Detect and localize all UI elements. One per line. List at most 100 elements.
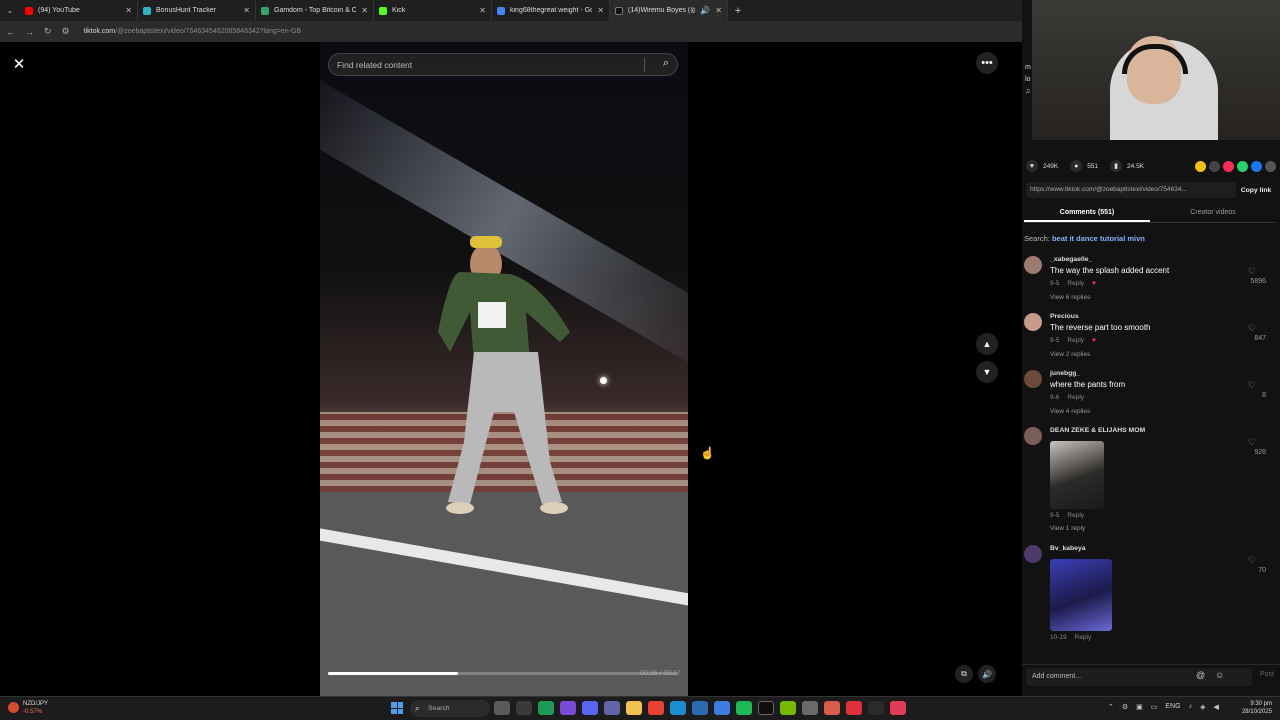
tab-comments[interactable]: Comments (551) bbox=[1024, 205, 1150, 222]
comment-username[interactable]: _xabegaelle_ bbox=[1050, 256, 1092, 263]
taskbar-search[interactable]: ⌕ Search bbox=[410, 700, 490, 717]
search-term[interactable]: beat it dance tutorial mivn bbox=[1052, 234, 1145, 243]
app-teams-icon[interactable] bbox=[604, 701, 620, 715]
video-progress-bar[interactable] bbox=[328, 672, 678, 675]
view-replies-button[interactable]: View 4 replies bbox=[1050, 408, 1090, 415]
app-discord-icon[interactable] bbox=[582, 701, 598, 715]
share-icon[interactable] bbox=[1265, 160, 1276, 172]
comment-search-suggestion[interactable]: Search: beat it dance tutorial mivn bbox=[1024, 234, 1145, 243]
save-button[interactable]: ▮ 24.5K bbox=[1110, 160, 1144, 172]
browser-tab-youtube[interactable]: (94) YouTube ✕ bbox=[20, 0, 138, 21]
spotify-icon[interactable] bbox=[736, 701, 752, 715]
more-options-button[interactable]: ••• bbox=[976, 52, 998, 74]
avatar[interactable] bbox=[1024, 370, 1042, 388]
like-button[interactable]: ♥ 249K bbox=[1026, 160, 1058, 172]
avatar[interactable] bbox=[1024, 427, 1042, 445]
browser-tab-bonushunt[interactable]: BonusHunt Tracker ✕ bbox=[138, 0, 256, 21]
app-dark-icon[interactable] bbox=[758, 701, 774, 715]
copy-link-button[interactable]: Copy link bbox=[1236, 187, 1276, 194]
whatsapp-icon[interactable] bbox=[1237, 160, 1248, 172]
comment-image[interactable] bbox=[1050, 441, 1104, 509]
app-arrow-icon[interactable] bbox=[538, 701, 554, 715]
reload-icon[interactable]: ↻ bbox=[44, 26, 52, 37]
avatar[interactable] bbox=[1024, 256, 1042, 274]
comment-button[interactable]: ● 551 bbox=[1070, 160, 1098, 172]
view-replies-button[interactable]: View 1 reply bbox=[1050, 525, 1085, 532]
windows-start-icon[interactable] bbox=[391, 702, 403, 714]
mention-icon[interactable]: @ bbox=[1196, 670, 1205, 680]
volume-icon[interactable]: 🔊 bbox=[978, 665, 996, 683]
comment-like-icon[interactable]: ♡ bbox=[1248, 555, 1256, 566]
app-obs-icon[interactable] bbox=[868, 701, 884, 715]
close-tab-icon[interactable]: ✕ bbox=[243, 6, 250, 15]
reply-button[interactable]: Reply bbox=[1067, 337, 1084, 344]
comment-like-icon[interactable]: ♡ bbox=[1248, 266, 1256, 277]
browser-tab-google[interactable]: king68thegreat weight - Google ✕ bbox=[492, 0, 610, 21]
close-tab-icon[interactable]: ✕ bbox=[361, 6, 368, 15]
comment-like-icon[interactable]: ♡ bbox=[1248, 380, 1256, 391]
reply-button[interactable]: Reply bbox=[1067, 512, 1084, 519]
widgets-icon[interactable] bbox=[516, 701, 532, 715]
tab-search-icon[interactable]: ⌄ bbox=[0, 0, 20, 21]
comment-image[interactable] bbox=[1050, 559, 1112, 631]
app-pink-icon[interactable] bbox=[890, 701, 906, 715]
previous-video-button[interactable]: ▲ bbox=[976, 333, 998, 355]
stock-widget[interactable]: NZD/JPY -0.57% bbox=[8, 700, 48, 716]
avatar[interactable] bbox=[1024, 313, 1042, 331]
close-tab-icon[interactable]: ✕ bbox=[597, 6, 604, 15]
edge-icon[interactable] bbox=[670, 701, 686, 715]
volume-icon[interactable]: ◀ bbox=[1213, 703, 1218, 711]
reply-button[interactable]: Reply bbox=[1067, 394, 1084, 401]
comment-username[interactable]: Precious bbox=[1050, 313, 1079, 320]
reply-button[interactable]: Reply bbox=[1067, 280, 1084, 287]
facebook-icon[interactable] bbox=[1251, 160, 1262, 172]
video-link[interactable]: https://www.tiktok.com/@zoebaptistexi/vi… bbox=[1026, 182, 1236, 198]
comment-username[interactable]: DEAN ZEKE & ELIJAHS MOM bbox=[1050, 427, 1145, 434]
chrome-icon[interactable] bbox=[648, 701, 664, 715]
task-view-icon[interactable] bbox=[494, 701, 510, 715]
browser-tab-kick[interactable]: Kick ✕ bbox=[374, 0, 492, 21]
comment-like-icon[interactable]: ♡ bbox=[1248, 323, 1256, 334]
forward-icon[interactable]: → bbox=[25, 27, 34, 37]
next-video-button[interactable]: ▼ bbox=[976, 361, 998, 383]
app-red-icon[interactable] bbox=[846, 701, 862, 715]
site-info-icon[interactable]: ⚙ bbox=[62, 26, 70, 37]
audio-icon[interactable]: 🔊 bbox=[700, 6, 710, 15]
reply-button[interactable]: Reply bbox=[1075, 634, 1092, 641]
view-replies-button[interactable]: View 2 replies bbox=[1050, 351, 1090, 358]
browser-tab-tiktok[interactable]: (14)Wiremu Boyes (@wiremu 🔊 ✕ bbox=[610, 0, 728, 21]
network-icon[interactable]: ◈ bbox=[1200, 703, 1205, 711]
close-tab-icon[interactable]: ✕ bbox=[125, 6, 132, 15]
video-player[interactable] bbox=[320, 42, 688, 696]
app-paint-icon[interactable] bbox=[824, 701, 840, 715]
settings-icon[interactable] bbox=[802, 701, 818, 715]
taskbar-clock[interactable]: 9:30 pm 28/10/2025 bbox=[1242, 700, 1272, 716]
app-blue-icon[interactable] bbox=[714, 701, 730, 715]
tray-settings-icon[interactable]: ⚙ bbox=[1122, 703, 1128, 711]
comment-username[interactable]: Bv_kabeya bbox=[1050, 545, 1086, 552]
send-icon[interactable] bbox=[1223, 160, 1234, 172]
tray-monitor-icon[interactable]: ▭ bbox=[1151, 703, 1158, 711]
comment-username[interactable]: junebgg_ bbox=[1050, 370, 1080, 377]
url-field[interactable]: tiktok.com/@zoebaptistexi/video/75463454… bbox=[84, 28, 301, 35]
close-tab-icon[interactable]: ✕ bbox=[715, 6, 722, 15]
coin-icon[interactable] bbox=[1195, 160, 1206, 172]
avatar[interactable] bbox=[1024, 545, 1042, 563]
emoji-icon[interactable]: ☺ bbox=[1215, 670, 1224, 680]
post-button[interactable]: Post bbox=[1260, 671, 1274, 678]
calculator-icon[interactable] bbox=[692, 701, 708, 715]
nvidia-icon[interactable] bbox=[780, 701, 796, 715]
close-tab-icon[interactable]: ✕ bbox=[479, 6, 486, 15]
find-related-search[interactable]: Find related content ⌕ bbox=[328, 53, 678, 76]
app-purple-icon[interactable] bbox=[560, 701, 576, 715]
language-indicator[interactable]: ENG bbox=[1165, 703, 1180, 711]
back-icon[interactable]: ← bbox=[6, 27, 15, 37]
tray-app-icon[interactable]: ▣ bbox=[1136, 703, 1143, 711]
view-replies-button[interactable]: View 6 replies bbox=[1050, 294, 1090, 301]
close-icon[interactable]: ✕ bbox=[8, 53, 30, 75]
embed-icon[interactable] bbox=[1209, 160, 1220, 172]
new-tab-button[interactable]: + bbox=[728, 5, 748, 17]
browser-tab-gamdom[interactable]: Gamdom - Top Bitcoin & Crypto ✕ bbox=[256, 0, 374, 21]
tray-arrow-icon[interactable]: ⌃ bbox=[1108, 703, 1114, 711]
file-explorer-icon[interactable] bbox=[626, 701, 642, 715]
